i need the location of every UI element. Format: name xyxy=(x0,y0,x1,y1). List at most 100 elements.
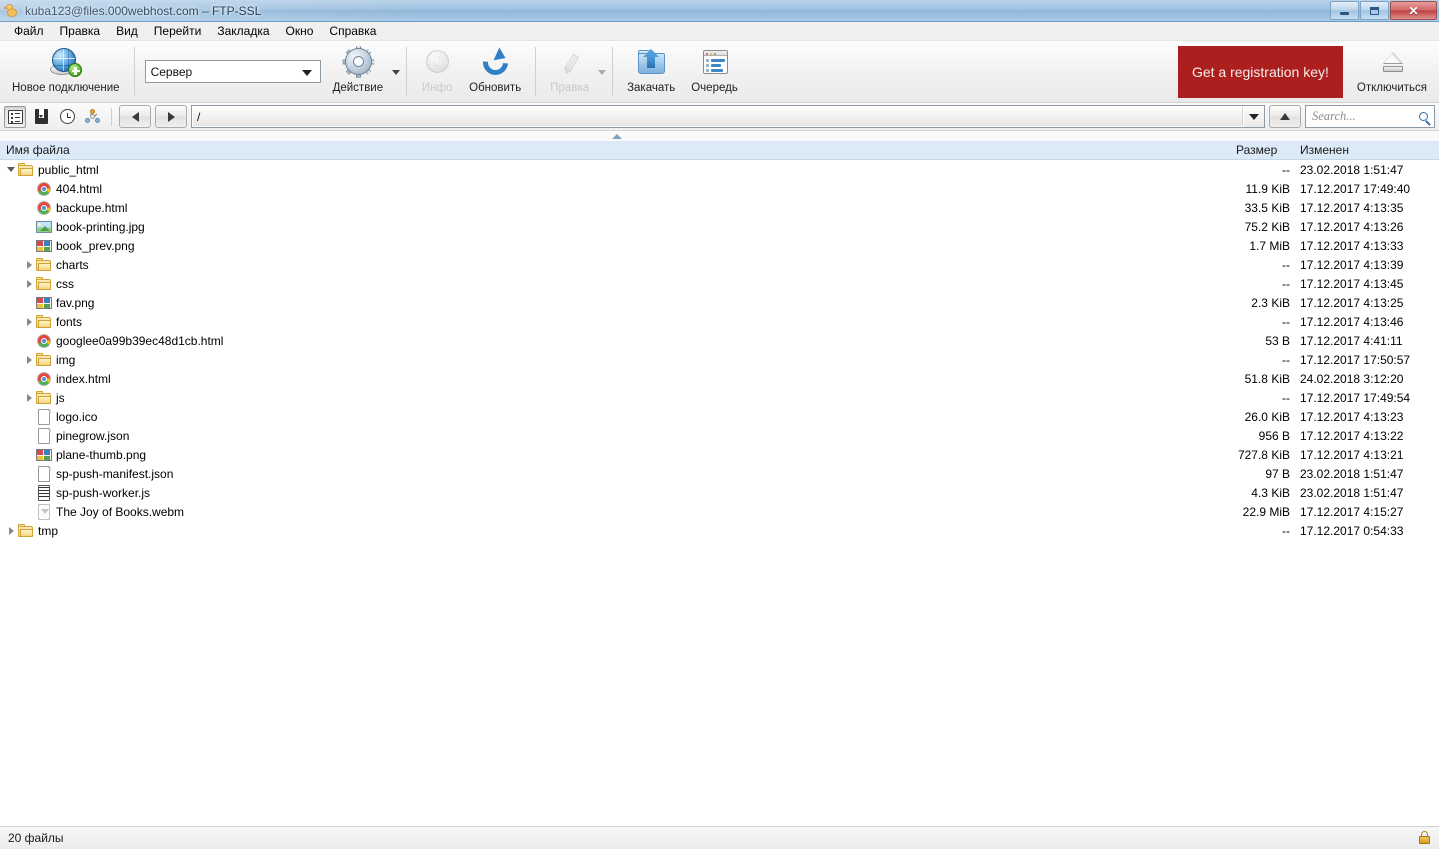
edit-button[interactable]: Правка xyxy=(542,41,597,102)
disclosure-triangle[interactable] xyxy=(4,160,18,179)
file-name: img xyxy=(56,352,76,367)
table-row[interactable]: book_prev.png 1.7 MiB 17.12.2017 4:13:33 xyxy=(0,236,1439,255)
path-value[interactable]: / xyxy=(193,107,1243,126)
column-header-size[interactable]: Размер xyxy=(1236,143,1294,157)
minimize-icon xyxy=(1340,11,1349,15)
table-row[interactable]: fonts -- 17.12.2017 4:13:46 xyxy=(0,312,1439,331)
minimize-button[interactable] xyxy=(1330,1,1359,20)
action-menu-chevron-down-icon[interactable] xyxy=(392,70,401,75)
table-row[interactable]: 404.html 11.9 KiB 17.12.2017 17:49:40 xyxy=(0,179,1439,198)
edit-group: Правка xyxy=(542,41,607,102)
table-row[interactable]: backupe.html 33.5 KiB 17.12.2017 4:13:35 xyxy=(0,198,1439,217)
toolbar-separator-4 xyxy=(612,47,614,96)
edit-menu-chevron-down-icon[interactable] xyxy=(598,70,607,75)
chrome-icon xyxy=(36,200,52,216)
new-connection-button[interactable]: Новое подключение xyxy=(4,41,128,102)
status-bar: 20 файлы xyxy=(0,826,1439,849)
file-name-cell: fav.png xyxy=(0,293,1236,312)
column-header-name[interactable]: Имя файла xyxy=(0,143,1236,157)
info-label: Инфо xyxy=(421,82,453,94)
table-row[interactable]: pinegrow.json 956 B 17.12.2017 4:13:22 xyxy=(0,426,1439,445)
file-size: 727.8 KiB xyxy=(1237,447,1290,462)
folder-icon xyxy=(36,352,52,368)
table-row[interactable]: logo.ico 26.0 KiB 17.12.2017 4:13:23 xyxy=(0,407,1439,426)
menu-bookmark[interactable]: Закладка xyxy=(209,22,277,40)
table-row[interactable]: sp-push-manifest.json 97 B 23.02.2018 1:51… xyxy=(0,464,1439,483)
refresh-button[interactable]: Обновить xyxy=(461,41,529,102)
file-list[interactable]: public_html -- 23.02.2018 1:51:47 404.html 1… xyxy=(0,160,1439,826)
chevron-right-icon xyxy=(8,526,14,535)
disclosure-triangle[interactable] xyxy=(22,255,36,274)
column-header-modified[interactable]: Изменен xyxy=(1294,143,1439,157)
table-row[interactable]: fav.png 2.3 KiB 17.12.2017 4:13:25 xyxy=(0,293,1439,312)
file-name-cell: plane-thumb.png xyxy=(0,445,1236,464)
chevron-right-icon xyxy=(26,279,32,288)
file-name-cell: img xyxy=(0,350,1236,369)
file-name-cell: css xyxy=(0,274,1236,293)
chevron-right-icon xyxy=(26,260,32,269)
forward-button[interactable] xyxy=(155,105,187,128)
disconnect-button[interactable]: Отключиться xyxy=(1349,41,1435,102)
table-row[interactable]: css -- 17.12.2017 4:13:45 xyxy=(0,274,1439,293)
menu-window[interactable]: Окно xyxy=(278,22,322,40)
table-row[interactable]: img -- 17.12.2017 17:50:57 xyxy=(0,350,1439,369)
table-row[interactable]: googlee0a99b39ec48d1cb.html 53 B 17.12.201… xyxy=(0,331,1439,350)
file-size: 26.0 KiB xyxy=(1244,409,1290,424)
table-row[interactable]: charts -- 17.12.2017 4:13:39 xyxy=(0,255,1439,274)
table-row[interactable]: book-printing.jpg 75.2 KiB 17.12.2017 4:13… xyxy=(0,217,1439,236)
file-modified: 23.02.2018 1:51:47 xyxy=(1300,162,1404,177)
transfers-button[interactable] xyxy=(82,106,104,128)
table-row[interactable]: plane-thumb.png 727.8 KiB 17.12.2017 4:13:… xyxy=(0,445,1439,464)
clock-icon xyxy=(59,109,75,124)
table-row[interactable]: public_html -- 23.02.2018 1:51:47 xyxy=(0,160,1439,179)
view-browser-button[interactable] xyxy=(4,105,26,128)
disclosure-triangle[interactable] xyxy=(22,388,36,407)
server-select[interactable]: Сервер xyxy=(144,60,321,83)
file-name-cell: googlee0a99b39ec48d1cb.html xyxy=(0,331,1236,350)
disclosure-triangle[interactable] xyxy=(22,274,36,293)
menu-edit[interactable]: Правка xyxy=(52,22,109,40)
info-button[interactable]: i Инфо xyxy=(413,41,461,102)
file-size: 53 B xyxy=(1265,333,1290,348)
action-group: Действие xyxy=(325,41,401,102)
sort-ascending-icon xyxy=(612,134,622,139)
back-button[interactable] xyxy=(119,105,151,128)
menu-go[interactable]: Перейти xyxy=(146,22,210,40)
file-size: 51.8 KiB xyxy=(1244,371,1290,386)
bookmarks-button[interactable] xyxy=(30,106,52,128)
file-modified: 17.12.2017 4:41:11 xyxy=(1300,333,1403,348)
window-titlebar: kuba123@files.000webhost.com – FTP-SSL ✕ xyxy=(0,0,1439,22)
registration-key-button[interactable]: Get a registration key! xyxy=(1177,45,1343,98)
menu-help[interactable]: Справка xyxy=(321,22,384,40)
triangle-up-icon xyxy=(1280,113,1290,120)
menu-file[interactable]: Файл xyxy=(6,22,52,40)
search-input[interactable]: Search... xyxy=(1312,109,1419,124)
action-button[interactable]: Действие xyxy=(325,41,392,102)
close-button[interactable]: ✕ xyxy=(1390,1,1437,20)
search-field[interactable]: Search... xyxy=(1305,105,1435,128)
history-button[interactable] xyxy=(56,106,78,128)
file-name: 404.html xyxy=(56,181,103,196)
restore-button[interactable] xyxy=(1360,1,1389,20)
table-row[interactable]: The Joy of Books.webm 22.9 MiB 17.12.2017 … xyxy=(0,502,1439,521)
parent-directory-button[interactable] xyxy=(1269,105,1301,128)
queue-button[interactable]: Очередь xyxy=(683,41,746,102)
app-duck-icon xyxy=(4,3,20,19)
disclosure-triangle[interactable] xyxy=(4,521,18,540)
table-row[interactable]: js -- 17.12.2017 17:49:54 xyxy=(0,388,1439,407)
path-dropdown-button[interactable] xyxy=(1244,106,1264,127)
table-row[interactable]: sp-push-worker.js 4.3 KiB 23.02.2018 1:51:… xyxy=(0,483,1439,502)
disclosure-triangle[interactable] xyxy=(22,350,36,369)
file-modified: 24.02.2018 3:12:20 xyxy=(1300,371,1404,386)
table-row[interactable]: tmp -- 17.12.2017 0:54:33 xyxy=(0,521,1439,540)
menu-view[interactable]: Вид xyxy=(108,22,146,40)
file-modified: 17.12.2017 4:13:25 xyxy=(1300,295,1404,310)
upload-button[interactable]: Закачать xyxy=(619,41,683,102)
file-size: 75.2 KiB xyxy=(1244,219,1290,234)
disclosure-triangle[interactable] xyxy=(22,312,36,331)
table-row[interactable]: index.html 51.8 KiB 24.02.2018 3:12:20 xyxy=(0,369,1439,388)
path-field[interactable]: / xyxy=(191,105,1265,128)
file-name-cell: backupe.html xyxy=(0,198,1236,217)
